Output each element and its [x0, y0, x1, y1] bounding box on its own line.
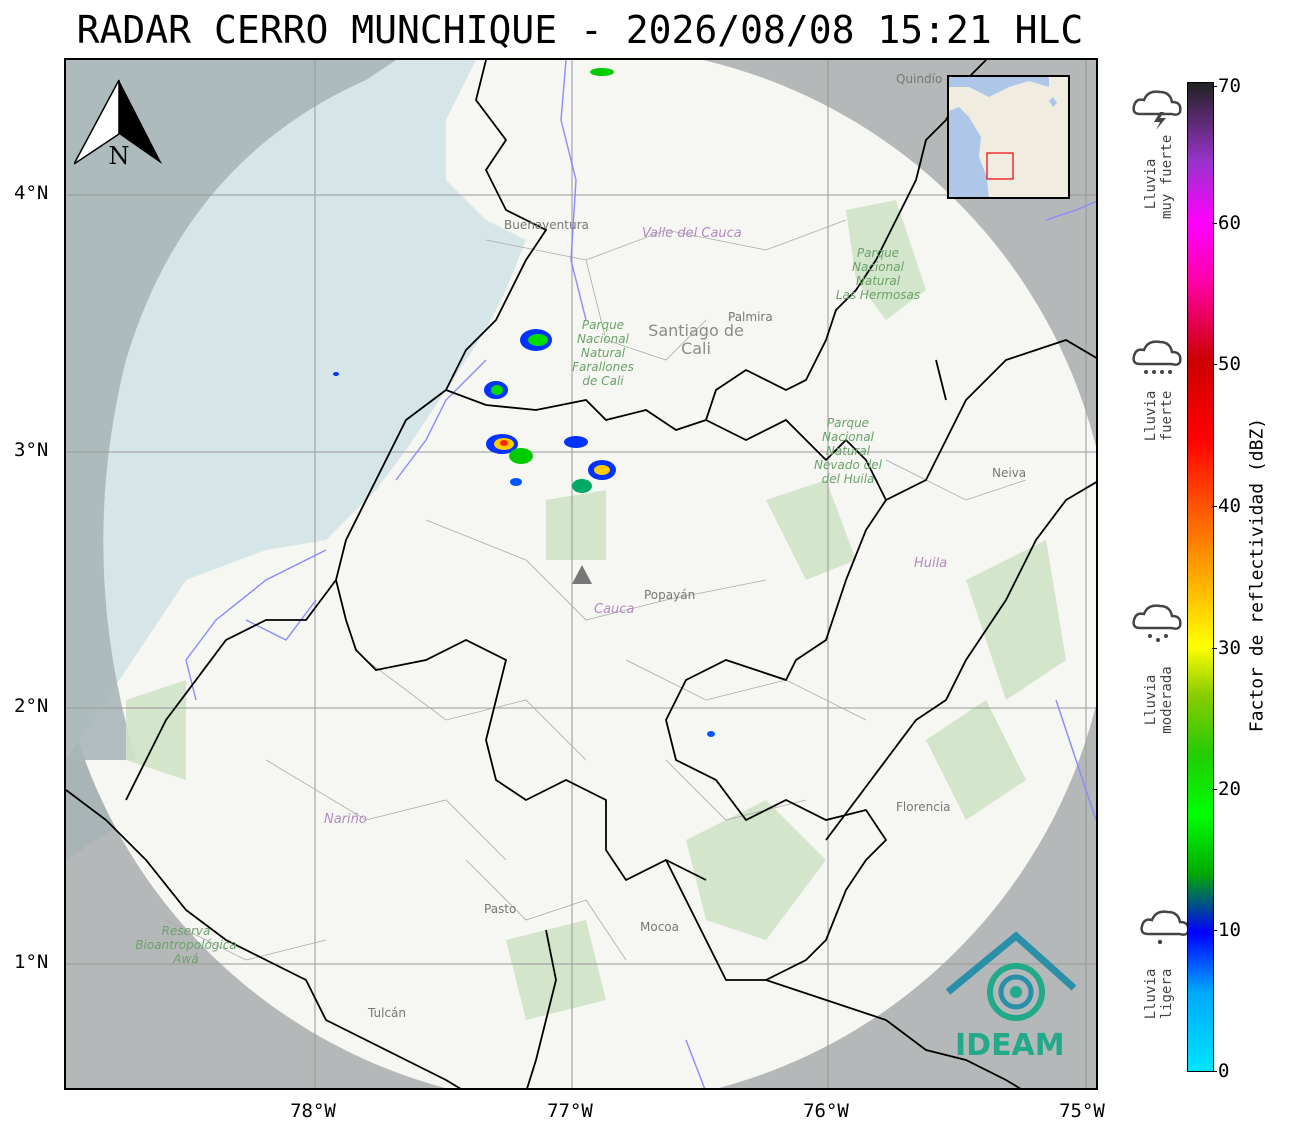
- y-tick-4n: 4°N: [14, 182, 49, 204]
- rain-category-muy-fuerte: Lluvia muy fuerte: [1130, 84, 1190, 254]
- colorbar-tick-20: 20: [1212, 778, 1241, 800]
- colorbar-tick-10: 10: [1212, 919, 1241, 941]
- x-tick-76w: 76°W: [803, 1100, 849, 1122]
- place-buenaventura: Buenaventura: [504, 218, 589, 232]
- rain-category-ligera: Lluvia ligera: [1130, 908, 1190, 1028]
- rain-category-fuerte: Lluvia fuerte: [1130, 336, 1190, 466]
- place-mocoa: Mocoa: [640, 920, 679, 934]
- place-reserva-awa: Reserva Bioantropológica Awá: [135, 924, 237, 966]
- ideam-logo-icon: [945, 931, 1077, 1021]
- x-tick-78w: 78°W: [290, 1100, 336, 1122]
- place-neiva: Neiva: [992, 466, 1027, 480]
- light-rain-cloud-icon: [1140, 910, 1190, 945]
- y-tick-1n: 1°N: [14, 951, 49, 973]
- place-cali: Santiago de Cali: [648, 321, 744, 358]
- radar-title: RADAR CERRO MUNCHIQUE - 2026/08/08 15:21…: [76, 8, 1084, 52]
- place-narino: Nariño: [324, 812, 367, 827]
- ideam-logo-text: IDEAM: [955, 1028, 1065, 1063]
- place-popayan: Popayán: [644, 588, 696, 602]
- place-las-hermosas: Parque Nacional Natural Las Hermosas: [835, 246, 921, 302]
- colorbar-label: Factor de reflectividad (dBZ): [1246, 417, 1268, 733]
- y-tick-2n: 2°N: [14, 695, 49, 717]
- colorbar-tick-50: 50: [1212, 353, 1241, 375]
- place-quindio: Quindío: [896, 72, 943, 86]
- heavy-rain-cloud-icon: [1132, 340, 1182, 374]
- inset-locator-map: [947, 75, 1070, 199]
- moderate-rain-cloud-icon: [1132, 604, 1182, 642]
- colorbar-tick-0: 0: [1211, 1060, 1230, 1082]
- y-tick-3n: 3°N: [14, 439, 49, 461]
- x-tick-75w: 75°W: [1059, 1100, 1105, 1122]
- storm-cloud-icon: [1132, 90, 1182, 130]
- north-label: N: [109, 142, 130, 170]
- place-farallones: Parque Nacional Natural Farallones de Cali: [572, 318, 634, 388]
- place-valle-del-cauca: Valle del Cauca: [642, 226, 742, 241]
- north-arrow-icon: N: [74, 79, 162, 170]
- colorbar-tick-30: 30: [1212, 637, 1241, 659]
- place-florencia: Florencia: [896, 800, 951, 814]
- rain-category-moderada: Lluvia moderada: [1130, 600, 1190, 750]
- place-tulcan: Tulcán: [368, 1006, 407, 1020]
- place-huila: Huila: [914, 556, 948, 571]
- x-tick-77w: 77°W: [547, 1100, 593, 1122]
- colorbar-tick-70: 70: [1212, 75, 1241, 97]
- place-pasto: Pasto: [484, 902, 517, 916]
- colorbar-tick-60: 60: [1212, 212, 1241, 234]
- place-cauca: Cauca: [594, 602, 635, 617]
- reflectivity-colorbar: [1187, 82, 1214, 1072]
- place-nevado-huila: Parque Nacional Natural Nevado del del Huila: [814, 416, 882, 486]
- colorbar-tick-40: 40: [1212, 495, 1241, 517]
